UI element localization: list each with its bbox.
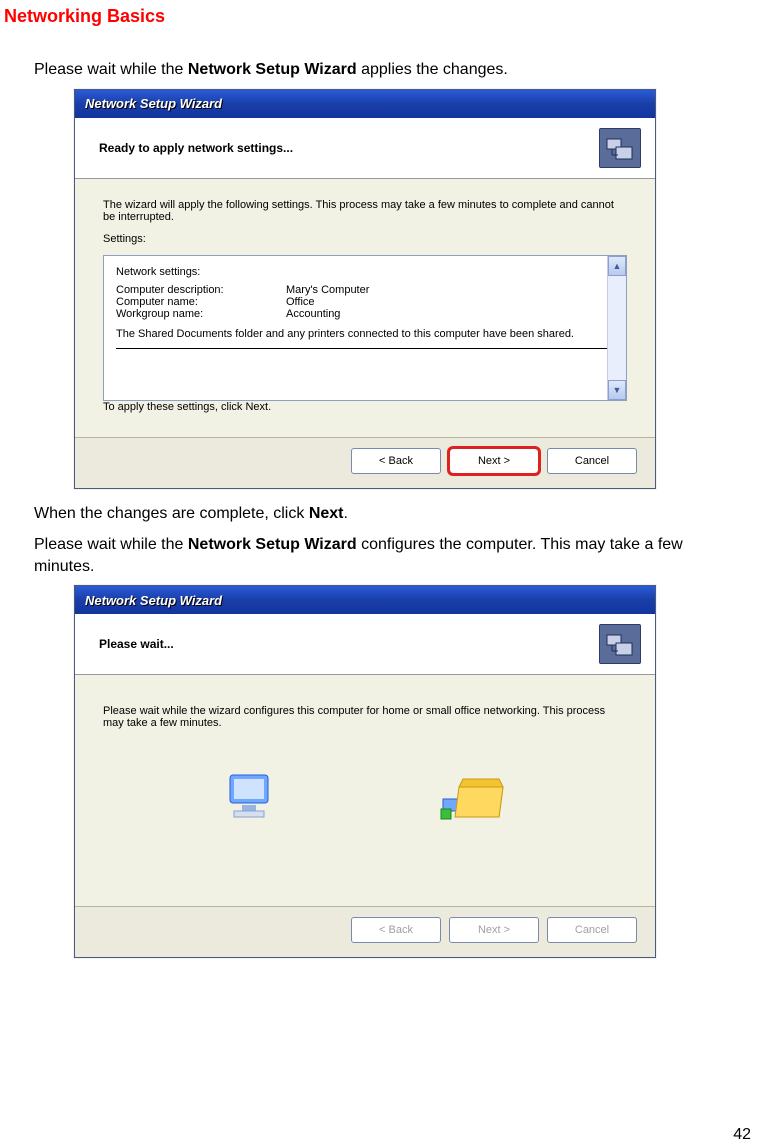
wizard-description: The wizard will apply the following sett… bbox=[103, 199, 627, 223]
next-label: Next > bbox=[478, 924, 510, 936]
cancel-button[interactable]: Cancel bbox=[547, 448, 637, 474]
row-value: Accounting bbox=[286, 308, 340, 320]
back-label: < Back bbox=[379, 924, 413, 936]
cancel-label: Cancel bbox=[575, 455, 609, 467]
network-icon bbox=[599, 624, 641, 664]
mid1-post: . bbox=[344, 505, 348, 522]
window-title: Network Setup Wizard bbox=[85, 96, 222, 111]
scrollbar[interactable]: ▲ ▼ bbox=[607, 256, 626, 400]
titlebar: Network Setup Wizard bbox=[75, 90, 655, 118]
cancel-label: Cancel bbox=[575, 924, 609, 936]
back-label: < Back bbox=[379, 455, 413, 467]
settings-label: Settings: bbox=[103, 233, 627, 245]
wizard-header-title: Ready to apply network settings... bbox=[99, 141, 293, 155]
divider bbox=[116, 348, 614, 349]
intro-bold: Network Setup Wizard bbox=[188, 61, 357, 78]
mid1-bold: Next bbox=[309, 505, 344, 522]
settings-heading: Network settings: bbox=[116, 266, 614, 278]
mid1-pre: When the changes are complete, click bbox=[34, 505, 309, 522]
wizard-header-title: Please wait... bbox=[99, 637, 174, 651]
titlebar: Network Setup Wizard bbox=[75, 586, 655, 614]
back-button: < Back bbox=[351, 917, 441, 943]
computer-icon bbox=[222, 769, 282, 832]
settings-row-name: Computer name: Office bbox=[116, 296, 614, 308]
intro-post: applies the changes. bbox=[357, 61, 508, 78]
row-label: Workgroup name: bbox=[116, 308, 286, 320]
intro-text: Please wait while the Network Setup Wiza… bbox=[34, 59, 694, 81]
next-button[interactable]: Next > bbox=[449, 448, 539, 474]
settings-row-workgroup: Workgroup name: Accounting bbox=[116, 308, 614, 320]
wizard-ready-window: Network Setup Wizard Ready to apply netw… bbox=[74, 89, 656, 489]
wizard-content: Please wait while the wizard configures … bbox=[75, 675, 655, 906]
settings-row-description: Computer description: Mary's Computer bbox=[116, 284, 614, 296]
mid2-pre: Please wait while the bbox=[34, 536, 188, 553]
page-heading: Networking Basics bbox=[4, 6, 763, 27]
window-title: Network Setup Wizard bbox=[85, 593, 222, 608]
scroll-up-icon[interactable]: ▲ bbox=[608, 256, 626, 276]
button-bar: < Back Next > Cancel bbox=[75, 906, 655, 957]
wizard-content: The wizard will apply the following sett… bbox=[75, 179, 655, 437]
button-bar: < Back Next > Cancel bbox=[75, 437, 655, 488]
row-value: Mary's Computer bbox=[286, 284, 369, 296]
apply-note: To apply these settings, click Next. bbox=[103, 401, 627, 413]
wizard-wait-window: Network Setup Wizard Please wait... Plea… bbox=[74, 585, 656, 958]
back-button[interactable]: < Back bbox=[351, 448, 441, 474]
shared-note: The Shared Documents folder and any prin… bbox=[116, 328, 586, 340]
next-button: Next > bbox=[449, 917, 539, 943]
row-label: Computer description: bbox=[116, 284, 286, 296]
wizard-header: Ready to apply network settings... bbox=[75, 118, 655, 179]
scroll-down-icon[interactable]: ▼ bbox=[608, 380, 626, 400]
wait-illustration bbox=[103, 739, 627, 892]
network-folder-icon bbox=[439, 769, 509, 832]
wizard-description: Please wait while the wizard configures … bbox=[103, 705, 627, 729]
page-number: 42 bbox=[733, 1126, 751, 1144]
mid-text-1: When the changes are complete, click Nex… bbox=[34, 503, 694, 525]
mid2-bold: Network Setup Wizard bbox=[188, 536, 357, 553]
network-icon bbox=[599, 128, 641, 168]
intro-pre: Please wait while the bbox=[34, 61, 188, 78]
next-label: Next > bbox=[478, 455, 510, 467]
wizard-header: Please wait... bbox=[75, 614, 655, 675]
settings-box: Network settings: Computer description: … bbox=[103, 255, 627, 401]
cancel-button: Cancel bbox=[547, 917, 637, 943]
row-label: Computer name: bbox=[116, 296, 286, 308]
row-value: Office bbox=[286, 296, 315, 308]
mid-text-2: Please wait while the Network Setup Wiza… bbox=[34, 534, 694, 577]
